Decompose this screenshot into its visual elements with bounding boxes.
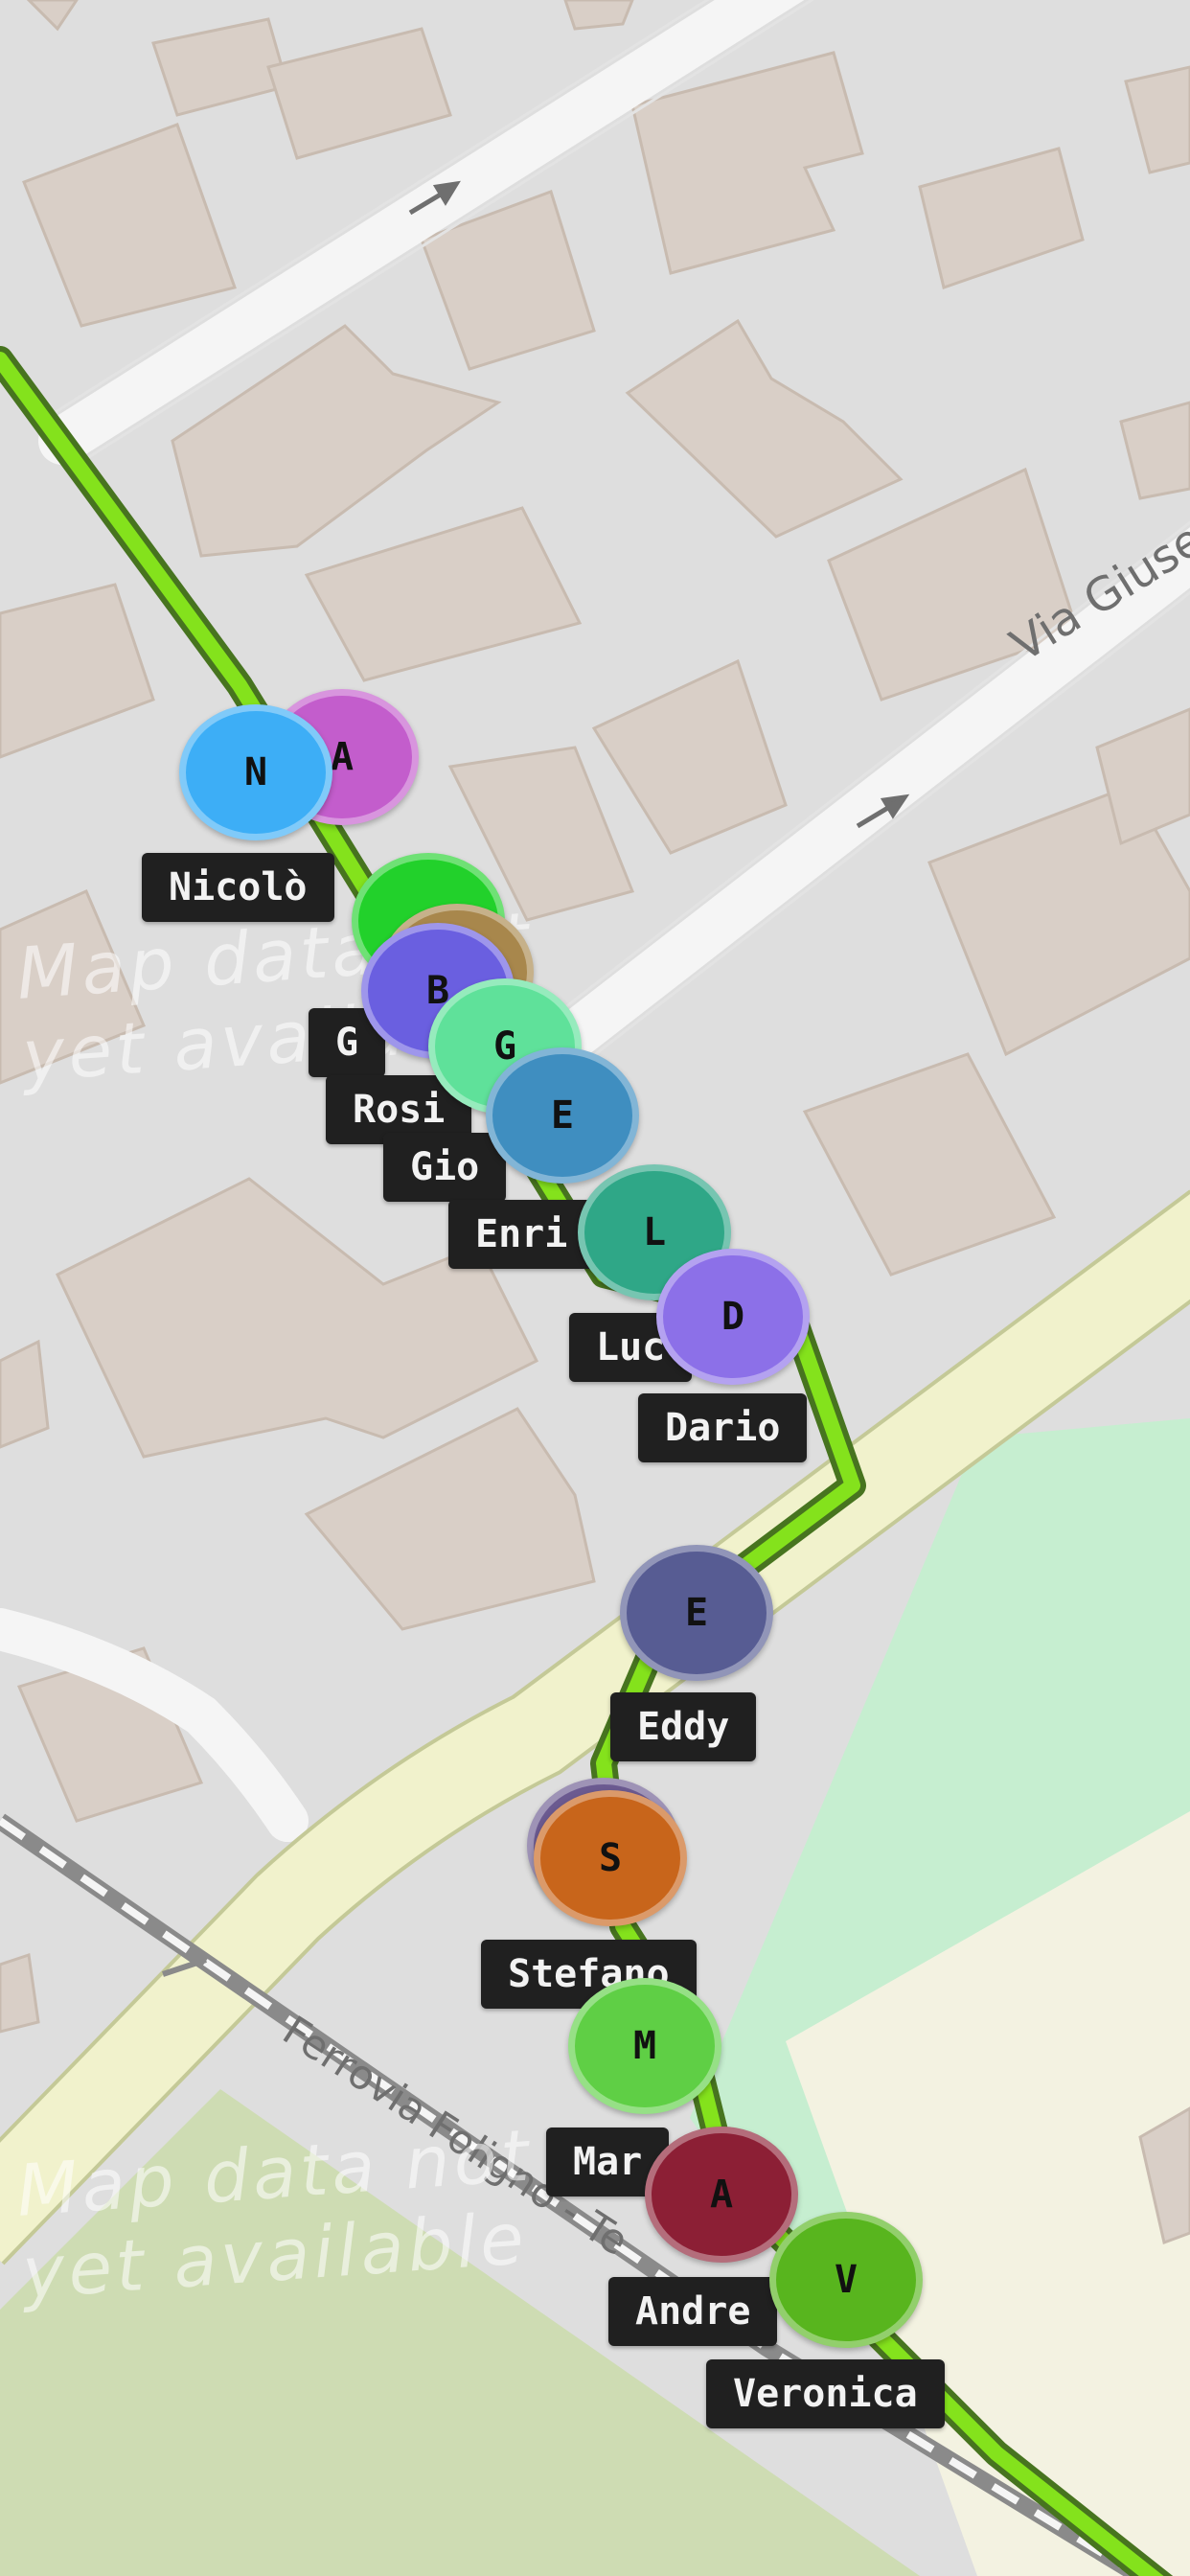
user-marker[interactable]: E — [620, 1545, 773, 1681]
user-marker[interactable]: V — [769, 2212, 923, 2348]
user-name-label: Enri — [448, 1200, 595, 1269]
user-name-label: Andre — [608, 2277, 778, 2346]
user-marker[interactable]: S — [534, 1790, 687, 1926]
user-marker[interactable]: E — [486, 1047, 639, 1184]
user-name-label: Dario — [638, 1393, 808, 1462]
user-name-label: Nicolò — [142, 853, 334, 922]
user-marker[interactable]: M — [568, 1978, 721, 2114]
user-marker[interactable]: N — [179, 704, 332, 840]
user-name-label: Veronica — [706, 2359, 945, 2428]
map-view[interactable]: Via Giuse Ferrovia Foligno - Te Map data… — [0, 0, 1190, 2576]
user-name-label: Eddy — [610, 1692, 757, 1761]
user-marker[interactable]: A — [645, 2127, 798, 2263]
user-marker[interactable]: D — [656, 1249, 810, 1385]
user-name-label: Gio — [383, 1133, 507, 1202]
